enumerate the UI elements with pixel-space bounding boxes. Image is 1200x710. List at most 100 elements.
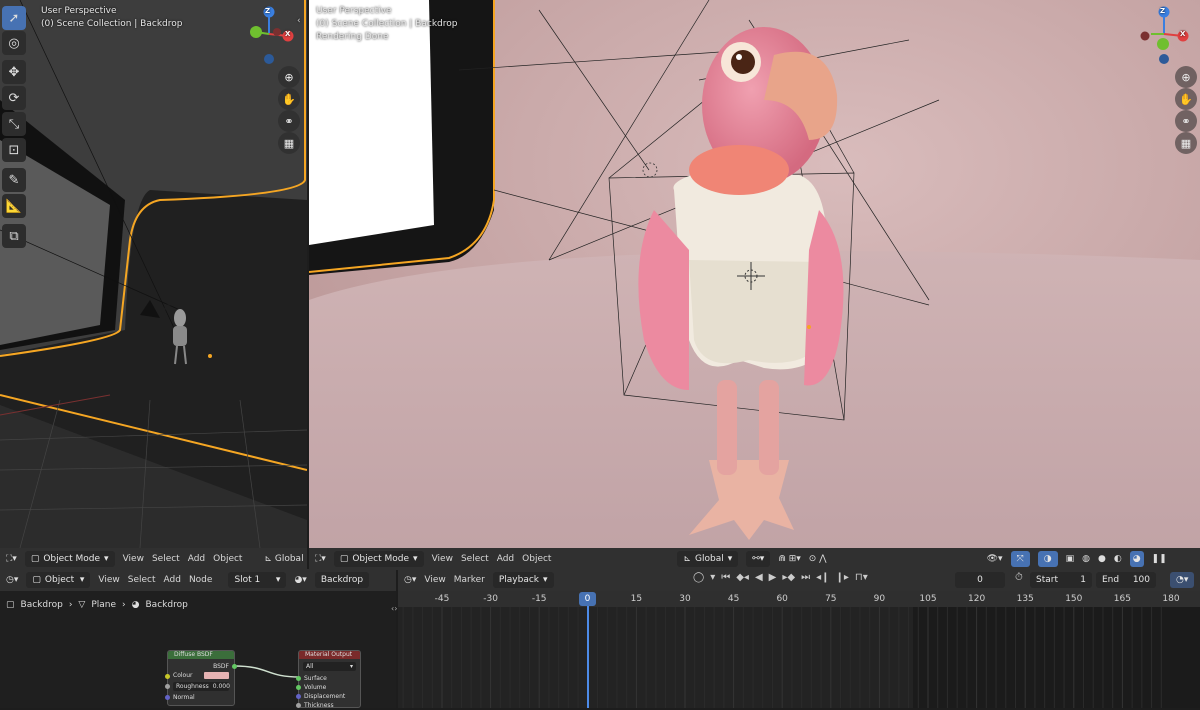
move-arrows-icon: ✥: [8, 64, 20, 80]
shading-solid[interactable]: ●: [1098, 554, 1106, 564]
keyframe-options-dropdown[interactable]: ▾: [710, 572, 715, 583]
left-camera-button[interactable]: ⚭: [278, 110, 300, 132]
stopwatch-icon[interactable]: ⏱: [1015, 572, 1023, 583]
gizmo-toggle[interactable]: ⤧: [1010, 551, 1030, 567]
bsdf-output-socket[interactable]: [232, 664, 237, 669]
playhead-line[interactable]: [587, 592, 589, 708]
right-perspective-button[interactable]: ▦: [1175, 132, 1197, 154]
chevron-down-icon: ▾: [543, 575, 548, 585]
node-editor[interactable]: ◷▾ ▢ Object ▾ View Select Add Node Slot 1 ▾…: [0, 569, 396, 709]
editor-type-icon[interactable]: ⛶▾: [315, 554, 326, 564]
surface-input-label: Surface: [304, 675, 327, 682]
play-button[interactable]: ▶: [769, 572, 777, 583]
end-frame-field[interactable]: End 100: [1096, 572, 1156, 588]
shading-rendered[interactable]: ◕: [1129, 551, 1144, 567]
right-orientation-dropdown[interactable]: ⊾ Global ▾: [677, 551, 739, 567]
shading-wireframe[interactable]: ◍: [1082, 554, 1090, 564]
frame-ruler[interactable]: -45 -30 -15 15 30 45 60 75 90 105 120 135 150 165 180: [398, 591, 1200, 607]
left-menu-view[interactable]: View: [123, 554, 144, 564]
cursor-icon: ➚: [8, 10, 20, 26]
editor-type-icon[interactable]: ◷▾: [404, 575, 416, 585]
left-zoom-button[interactable]: ⊕: [278, 66, 300, 88]
surface-input-socket[interactable]: [296, 676, 301, 681]
left-perspective-button[interactable]: ▦: [278, 132, 300, 154]
record-button[interactable]: ◯: [693, 572, 704, 583]
collapse-arrows[interactable]: ‹›: [391, 604, 397, 613]
right-viewport-header: ⛶▾ ▢ Object Mode ▾ View Select Add Object …: [309, 548, 1200, 570]
right-menu-object[interactable]: Object: [522, 554, 551, 564]
timeline-menu-marker[interactable]: Marker: [454, 575, 485, 585]
measure-tool[interactable]: 📐: [2, 194, 26, 218]
thickness-input-socket[interactable]: [296, 703, 301, 708]
left-sidebar-toggle[interactable]: ‹: [297, 15, 301, 28]
left-menu-add[interactable]: Add: [188, 554, 205, 564]
roughness-field[interactable]: Roughness 0.000: [173, 682, 230, 691]
right-menu-add[interactable]: Add: [497, 554, 514, 564]
proportional-edit-toggle[interactable]: ⊙ ⋀: [809, 554, 827, 564]
eye-icon: 👁▾: [986, 554, 1003, 564]
render-status: Rendering Done: [316, 32, 389, 42]
start-frame-field[interactable]: Start 1: [1030, 572, 1092, 588]
left-viewport[interactable]: User Perspective (0) Scene Collection | …: [0, 0, 307, 548]
diffuse-node-title: Diffuse BSDF: [168, 651, 234, 659]
frame-tick-label: -30: [483, 594, 498, 604]
rotate-tool[interactable]: ⟳: [2, 86, 26, 110]
volume-input-socket[interactable]: [296, 685, 301, 690]
overlay-icon: ◑: [1043, 554, 1052, 564]
transform-tool[interactable]: ⊡: [2, 138, 26, 162]
right-menu-select[interactable]: Select: [461, 554, 489, 564]
normal-input-socket[interactable]: [165, 695, 170, 700]
diffuse-bsdf-node[interactable]: Diffuse BSDF BSDF Colour Roughness 0.000…: [165, 650, 237, 706]
annotate-tool[interactable]: ✎: [2, 168, 26, 192]
auto-keying-dropdown[interactable]: ⊓▾: [855, 572, 868, 583]
next-keyframe-button[interactable]: ▸◆: [782, 572, 795, 583]
material-output-node[interactable]: Material Output All ▾ Surface Volume Disp…: [296, 650, 361, 709]
cursor-tool[interactable]: ◎: [2, 31, 26, 55]
left-menu-select[interactable]: Select: [152, 554, 180, 564]
left-menu-object[interactable]: Object: [213, 554, 242, 564]
roughness-input-socket[interactable]: [165, 684, 170, 689]
prev-frame-button[interactable]: ◂❙: [816, 572, 829, 583]
right-camera-button[interactable]: ⚭: [1175, 110, 1197, 132]
snap-toggle[interactable]: ⋒ ⊞▾: [778, 554, 800, 564]
timeline-menu-view[interactable]: View: [424, 575, 445, 585]
left-pan-button[interactable]: ✋: [278, 88, 300, 110]
displacement-input-label: Displacement: [304, 693, 346, 700]
pause-render-button[interactable]: ❚❚: [1152, 554, 1167, 564]
frame-tick-label: -45: [434, 594, 450, 604]
xray-toggle[interactable]: ▣: [1066, 554, 1075, 564]
colour-swatch[interactable]: [204, 672, 229, 679]
play-reverse-button[interactable]: ◀: [755, 572, 763, 583]
displacement-input-socket[interactable]: [296, 694, 301, 699]
jump-end-button[interactable]: ⏭: [801, 572, 810, 583]
jump-start-button[interactable]: ⏮: [721, 572, 730, 583]
playback-dropdown[interactable]: Playback ▾: [492, 572, 554, 588]
shading-material[interactable]: ◐: [1114, 554, 1122, 564]
frame-tick-label: 90: [873, 594, 886, 604]
right-viewport[interactable]: User Perspective (0) Scene Collection | …: [309, 0, 1200, 548]
right-zoom-button[interactable]: ⊕: [1175, 66, 1197, 88]
right-mode-dropdown[interactable]: ▢ Object Mode ▾: [333, 551, 424, 567]
move-tool[interactable]: ✥: [2, 60, 26, 84]
right-menu-view[interactable]: View: [432, 554, 453, 564]
view-options-dropdown[interactable]: ◔▾: [1170, 572, 1195, 588]
playhead-marker[interactable]: 0: [579, 592, 596, 606]
left-orientation-dropdown[interactable]: ⊾ Global: [264, 554, 303, 564]
pivot-dropdown[interactable]: ⚯▾: [746, 551, 771, 567]
volume-input-label: Volume: [304, 684, 327, 691]
colour-input-socket[interactable]: [165, 674, 170, 679]
editor-type-icon[interactable]: ⛶▾: [6, 554, 17, 564]
left-mode-dropdown[interactable]: ▢ Object Mode ▾: [24, 551, 115, 567]
timeline[interactable]: ◷▾ View Marker Playback ▾ ◯ ▾ ⏮ ◆◂ ◀ ▶ ▸◆…: [398, 569, 1200, 708]
current-frame-field[interactable]: 0: [955, 572, 1005, 588]
overlay-toggle[interactable]: ◑: [1037, 551, 1058, 567]
right-pan-button[interactable]: ✋: [1175, 88, 1197, 110]
visibility-dropdown[interactable]: 👁▾: [987, 554, 1003, 564]
left-viewport-scene: [0, 0, 307, 548]
prev-keyframe-button[interactable]: ◆◂: [736, 572, 749, 583]
next-frame-button[interactable]: ❙▸: [835, 572, 848, 583]
scale-tool[interactable]: ⤡: [2, 112, 26, 136]
add-cube-tool[interactable]: ⧉: [2, 224, 26, 248]
select-box-tool[interactable]: ➚: [2, 6, 26, 30]
target-dropdown[interactable]: All ▾: [303, 662, 356, 671]
